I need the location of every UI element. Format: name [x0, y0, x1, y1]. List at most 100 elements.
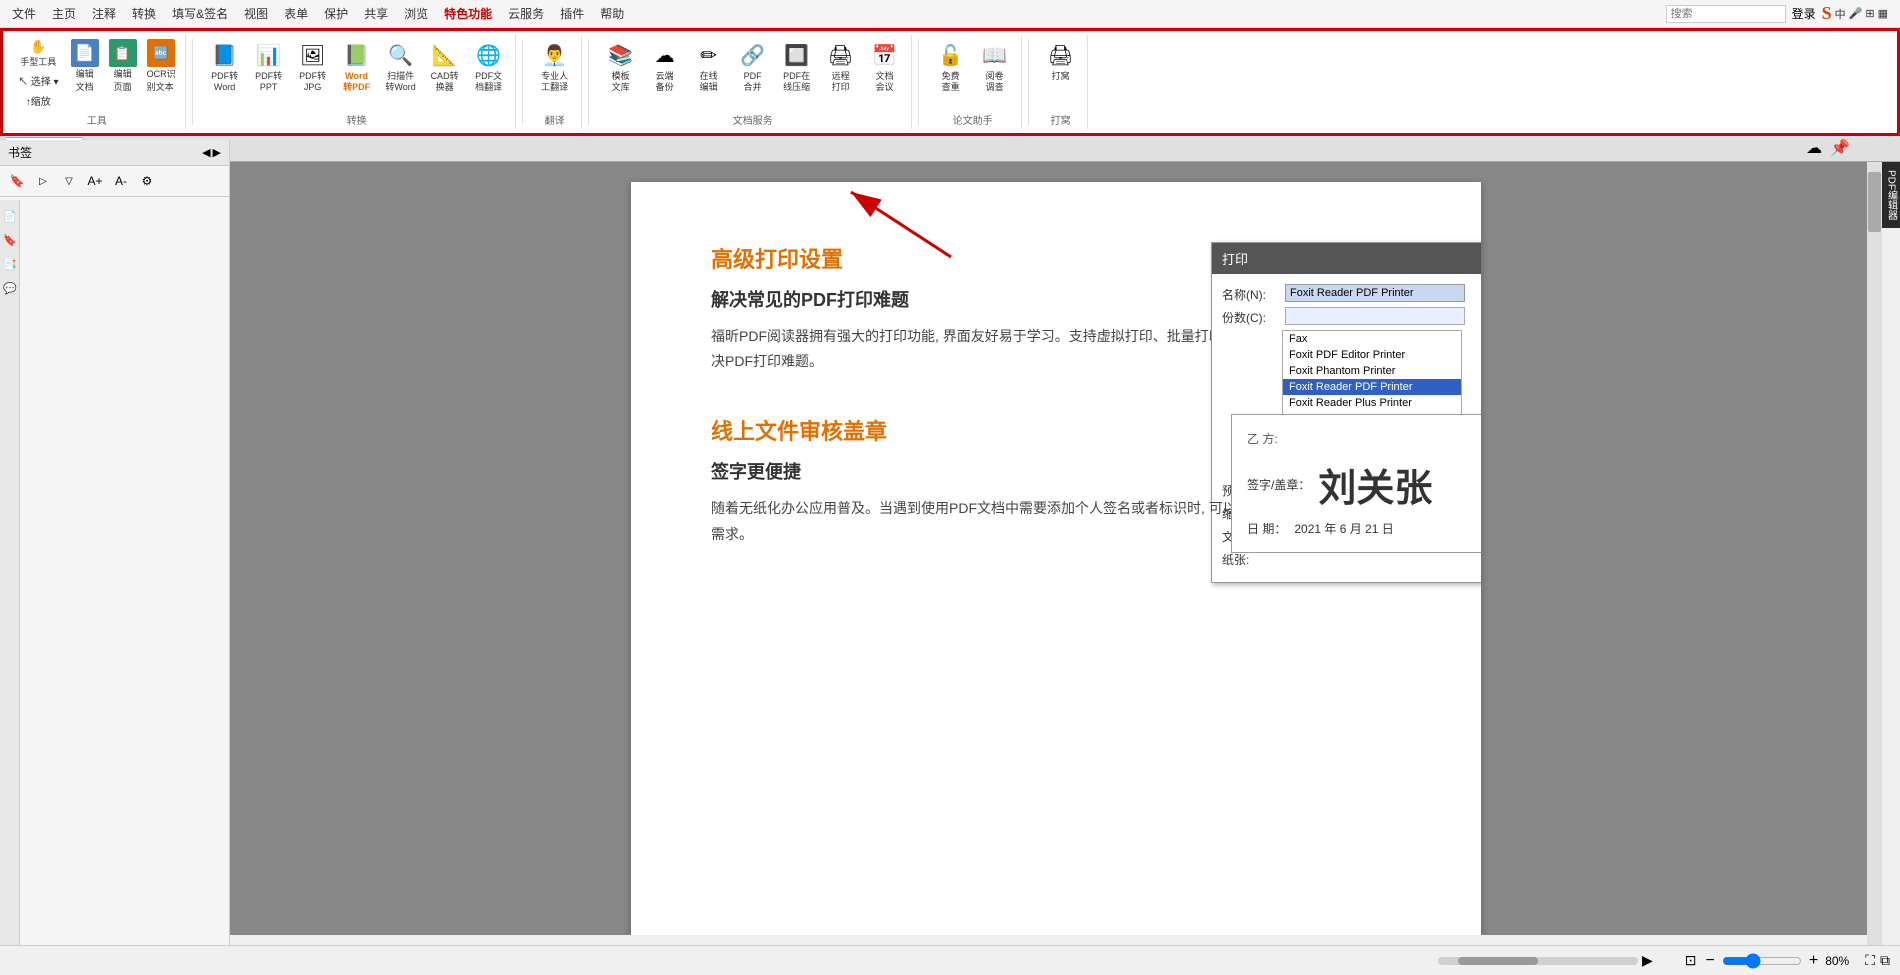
remote-print-btn[interactable]: 🖨 远程打印 — [821, 37, 861, 95]
print-name-label: 名称(N): — [1222, 284, 1277, 303]
hand-tool-btn[interactable]: ✋ 手型工具 — [15, 37, 62, 70]
vertical-scrollbar[interactable] — [1867, 162, 1882, 945]
side-icon-4[interactable]: 💬 — [2, 280, 18, 296]
menu-form[interactable]: 表单 — [276, 1, 316, 26]
survey-btn[interactable]: 📖 阅卷调查 — [975, 37, 1015, 95]
panel-next-btn[interactable]: ▶ — [213, 146, 221, 159]
scan-to-word-icon: 🔍 — [385, 39, 417, 71]
edit-doc-btn[interactable]: 📄 编辑文档 — [68, 37, 102, 95]
remote-print-label: 远程打印 — [832, 71, 850, 93]
menu-view[interactable]: 视图 — [236, 1, 276, 26]
printer-fax[interactable]: Fax — [1283, 331, 1461, 347]
print-group-label: 打窝 — [1051, 112, 1071, 127]
cloud-backup-label: 云端备份 — [656, 71, 674, 93]
print-btn[interactable]: 🖨 打窝 — [1041, 37, 1081, 84]
pdf-translate-btn[interactable]: 🌐 PDF文档翻译 — [469, 37, 509, 95]
scrollbar-thumb[interactable] — [1868, 172, 1881, 232]
side-icon-3[interactable]: 📑 — [2, 256, 18, 272]
zoom-minus-btn[interactable]: − — [1704, 950, 1717, 972]
bookmark-expand-btn[interactable]: ▷ — [32, 170, 54, 192]
menu-share[interactable]: 共享 — [356, 1, 396, 26]
select-label: ↖ 选择 ▾ — [18, 73, 59, 88]
menu-convert[interactable]: 转换 — [124, 1, 164, 26]
ribbon-wrapper: ✋ 手型工具 ↖ 选择 ▾ ↑缩放 📄 — [0, 28, 1900, 136]
side-icon-1[interactable]: 📄 — [2, 208, 18, 224]
page-canvas: 高级打印设置 解决常见的PDF打印难题 福昕PDF阅读器拥有强大的打印功能, 界… — [631, 182, 1481, 935]
print-dialog-header: 打印 — [1212, 243, 1481, 274]
cloud-icon[interactable]: ☁ — [1806, 138, 1822, 158]
fullscreen-btn[interactable]: ⛶ — [1865, 952, 1875, 969]
zoom-in-btn[interactable]: ↑缩放 — [15, 91, 62, 110]
survey-icon: 📖 — [979, 39, 1011, 71]
menu-protect[interactable]: 保护 — [316, 1, 356, 26]
menu-file[interactable]: 文件 — [4, 1, 44, 26]
edit-page-btn[interactable]: 📋 编辑页面 — [106, 37, 140, 95]
pro-translate-btn[interactable]: 👨‍💼 专业人工翻译 — [535, 37, 575, 95]
menu-help[interactable]: 帮助 — [592, 1, 632, 26]
template-lib-btn[interactable]: 📚 模板文库 — [601, 37, 641, 95]
cad-convert-btn[interactable]: 📐 CAD转换器 — [425, 37, 465, 95]
pin-icon[interactable]: 📌 — [1830, 138, 1850, 158]
pro-translate-icon: 👨‍💼 — [539, 39, 571, 71]
pdf-to-jpg-label: PDF转JPG — [299, 71, 326, 93]
menu-browse[interactable]: 浏览 — [396, 1, 436, 26]
zoom-mode-btn[interactable]: ⧉ — [1880, 952, 1890, 969]
pdf-to-jpg-btn[interactable]: 🖼 PDF转JPG — [293, 37, 333, 95]
word-to-pdf-btn[interactable]: 📗 Word转PDF — [337, 37, 377, 95]
bookmark-collapse-btn[interactable]: ▽ — [58, 170, 80, 192]
zoom-slider[interactable] — [1722, 953, 1802, 969]
survey-label: 阅卷调查 — [986, 71, 1004, 93]
print-name-input[interactable] — [1285, 284, 1465, 302]
pdf-editor-label[interactable]: PDF编辑器 — [1882, 162, 1900, 228]
font-smaller-btn[interactable]: A- — [110, 170, 132, 192]
login-button[interactable]: 登录 — [1792, 5, 1816, 22]
doc-meeting-btn[interactable]: 📅 文档会议 — [865, 37, 905, 95]
menu-comment[interactable]: 注释 — [84, 1, 124, 26]
pdf-to-jpg-icon: 🖼 — [297, 39, 329, 71]
pdf-to-ppt-btn[interactable]: 📊 PDF转PPT — [249, 37, 289, 95]
menu-cloud[interactable]: 云服务 — [500, 1, 552, 26]
select-btn[interactable]: ↖ 选择 ▾ — [15, 71, 62, 90]
printer-foxit-plus[interactable]: Foxit Reader Plus Printer — [1283, 395, 1461, 411]
scan-to-word-label: 扫描件转Word — [385, 71, 415, 93]
ocr-btn[interactable]: 🔤 OCR识别文本 — [144, 37, 179, 95]
left-panel-toolbar: 🔖 ▷ ▽ A+ A- ⚙ — [0, 166, 229, 197]
date-label: 日 期： — [1247, 520, 1286, 537]
font-bigger-btn[interactable]: A+ — [84, 170, 106, 192]
online-edit-btn[interactable]: ✏ 在线编辑 — [689, 37, 729, 95]
panel-settings-btn[interactable]: ⚙ — [136, 170, 158, 192]
pdf-to-word-btn[interactable]: 📘 PDF转Word — [205, 37, 245, 95]
print-dialog-title: 打印 — [1222, 252, 1248, 267]
party-label: 乙 方: — [1247, 430, 1481, 447]
menu-fillsign[interactable]: 填写&签名 — [164, 1, 236, 26]
section-print: 高级打印设置 解决常见的PDF打印难题 福昕PDF阅读器拥有强大的打印功能, 界… — [711, 242, 1401, 374]
scan-to-word-btn[interactable]: 🔍 扫描件转Word — [381, 37, 421, 95]
panel-prev-btn[interactable]: ◀ — [202, 146, 210, 159]
bookmark-icon-btn[interactable]: 🔖 — [6, 170, 28, 192]
docservice-group-label: 文档服务 — [733, 112, 773, 127]
search-input[interactable] — [1666, 5, 1786, 23]
zoom-plus-btn[interactable]: + — [1807, 950, 1820, 972]
printer-foxit-reader[interactable]: Foxit Reader PDF Printer — [1283, 379, 1461, 395]
fit-page-btn[interactable]: ⊡ — [1683, 950, 1699, 971]
printer-foxit-editor[interactable]: Foxit PDF Editor Printer — [1283, 347, 1461, 363]
scroll-right-btn[interactable]: ▶ — [1642, 952, 1653, 969]
h-scrollbar[interactable] — [1438, 957, 1638, 965]
menu-special[interactable]: 特色功能 — [436, 1, 500, 26]
pdf-merge-btn[interactable]: 🔗 PDF合并 — [733, 37, 773, 95]
edit-doc-label: 编辑文档 — [76, 67, 94, 93]
plagiarism-btn[interactable]: 🔓 免费查重 — [931, 37, 971, 95]
pdf-compress-icon: 🔲 — [781, 39, 813, 71]
menu-plugin[interactable]: 插件 — [552, 1, 592, 26]
pdf-compress-btn[interactable]: 🔲 PDF在线压缩 — [777, 37, 817, 95]
side-icon-2[interactable]: 🔖 — [2, 232, 18, 248]
print-copies-input[interactable] — [1285, 307, 1465, 325]
template-lib-icon: 📚 — [605, 39, 637, 71]
printer-foxit-phantom[interactable]: Foxit Phantom Printer — [1283, 363, 1461, 379]
paper-items: 🔓 免费查重 📖 阅卷调查 — [931, 37, 1015, 110]
menu-home[interactable]: 主页 — [44, 1, 84, 26]
ocr-label: OCR识别文本 — [147, 67, 176, 93]
h-scrollbar-thumb[interactable] — [1458, 957, 1538, 965]
cloud-backup-btn[interactable]: ☁ 云端备份 — [645, 37, 685, 95]
translate-items: 👨‍💼 专业人工翻译 — [535, 37, 575, 110]
